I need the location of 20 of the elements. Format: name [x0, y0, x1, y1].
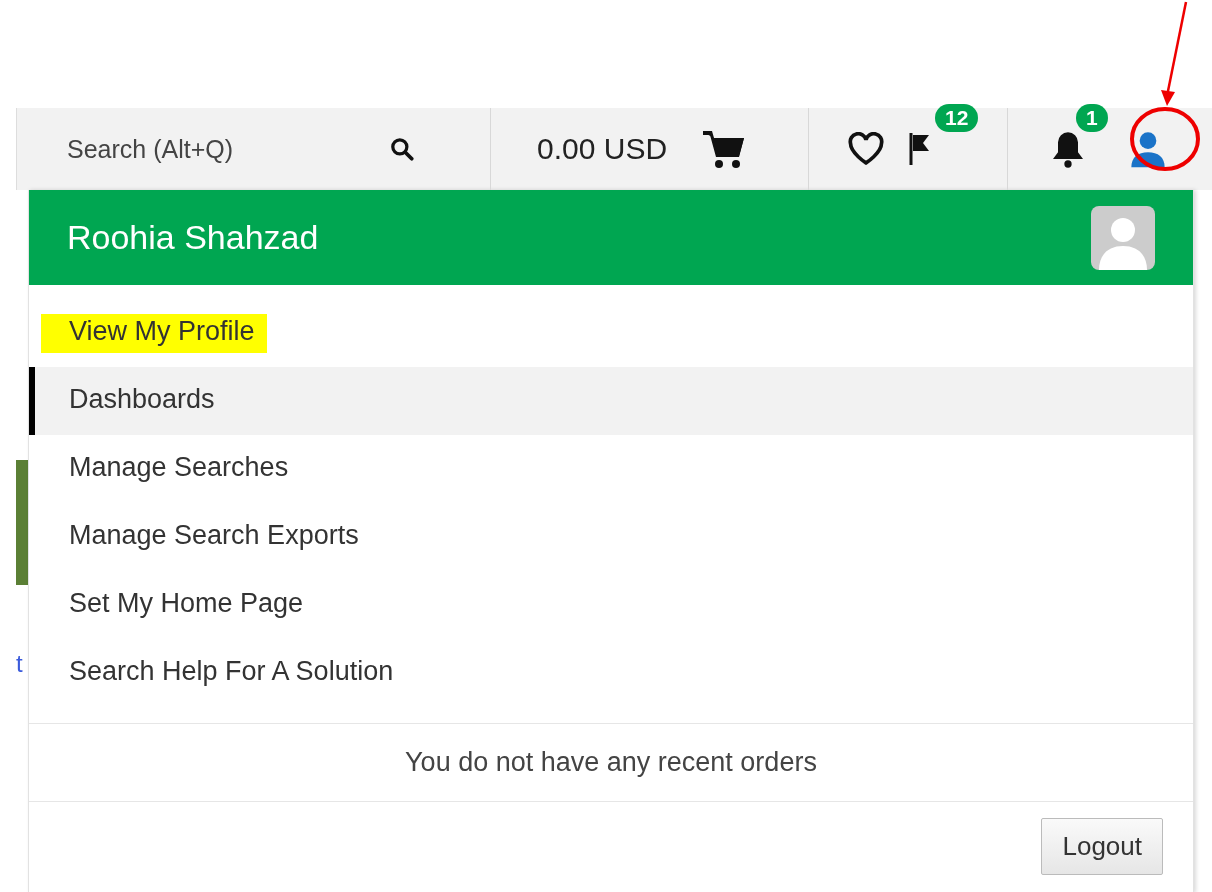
menu-item[interactable]: View My Profile — [29, 299, 1193, 367]
page-link-fragment: t — [16, 650, 24, 679]
menu-item[interactable]: Manage Search Exports — [29, 503, 1193, 571]
cart-icon[interactable] — [703, 129, 746, 169]
user-name: Roohia Shahzad — [67, 218, 319, 257]
notification-count-badge: 1 — [1076, 104, 1108, 132]
menu-item[interactable]: Search Help For A Solution — [29, 639, 1193, 707]
flag-count-badge: 12 — [935, 104, 979, 132]
flag-icon[interactable] — [909, 131, 931, 167]
search-icon[interactable] — [389, 136, 415, 162]
annotation-circle — [1129, 106, 1201, 172]
logout-button[interactable]: Logout — [1041, 818, 1163, 875]
menu-item[interactable]: Set My Home Page — [29, 571, 1193, 639]
menu-item[interactable]: Dashboards — [29, 367, 1193, 435]
heart-icon[interactable] — [847, 132, 885, 166]
recent-orders-text: You do not have any recent orders — [405, 747, 817, 778]
search-field[interactable]: Search (Alt+Q) — [65, 133, 369, 165]
menu-item[interactable]: Manage Searches — [29, 435, 1193, 503]
avatar-icon — [1091, 205, 1155, 270]
cart-total: 0.00 USD — [537, 132, 668, 166]
